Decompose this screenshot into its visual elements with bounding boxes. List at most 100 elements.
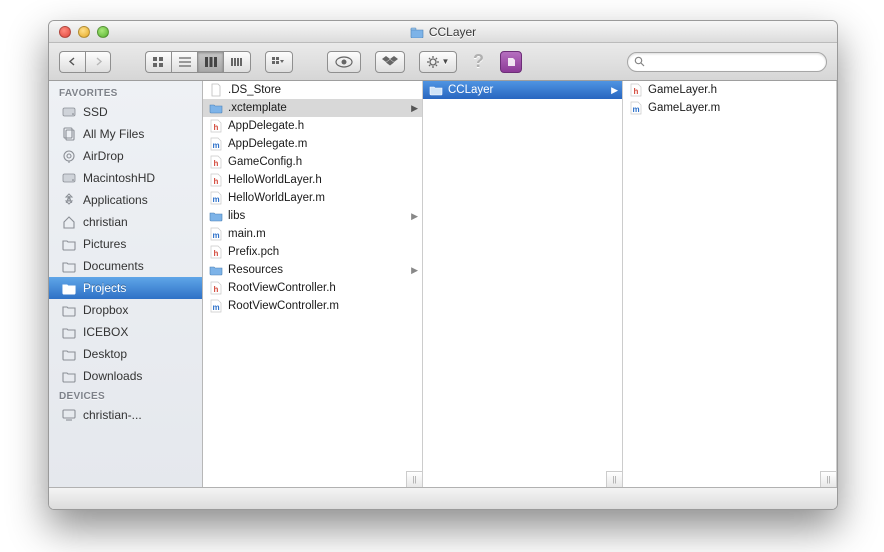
view-coverflow-button[interactable] — [223, 51, 251, 73]
minimize-button[interactable] — [78, 26, 90, 38]
h-icon: h — [209, 119, 223, 133]
file-row[interactable]: CCLayer▶ — [423, 81, 622, 99]
column-view: .DS_Store .xctemplate ▶ h AppDelegate.h mAppD… — [203, 81, 837, 487]
action-menu[interactable]: ▼ — [419, 51, 457, 73]
folder-icon — [410, 25, 424, 39]
file-row[interactable]: h GameLayer.h — [623, 81, 836, 99]
view-column-button[interactable] — [197, 51, 223, 73]
sidebar: FAVORITESSSDAll My FilesAirDrop Macintosh… — [49, 81, 203, 487]
column-resize-handle[interactable]: || — [820, 471, 836, 487]
disclosure-arrow-icon: ▶ — [411, 265, 418, 276]
m-icon: m — [209, 299, 223, 313]
file-row[interactable]: libs▶ — [203, 207, 422, 225]
folder-sm-icon — [209, 209, 223, 223]
body: FAVORITESSSDAll My FilesAirDrop Macintosh… — [49, 81, 837, 487]
column-2: CCLayer▶ || — [423, 81, 623, 487]
sidebar-section-header: FAVORITES — [49, 84, 202, 101]
file-label: HelloWorldLayer.m — [228, 192, 325, 204]
dropbox-button[interactable] — [375, 51, 405, 73]
sidebar-item-dropbox[interactable]: Dropbox — [49, 299, 202, 321]
sidebar-item-ssd[interactable]: SSD — [49, 101, 202, 123]
file-label: .xctemplate — [228, 102, 287, 114]
sidebar-item-projects[interactable]: Projects — [49, 277, 202, 299]
sidebar-item-desktop[interactable]: Desktop — [49, 343, 202, 365]
sidebar-item-icebox[interactable]: ICEBOX — [49, 321, 202, 343]
h-icon: h — [209, 173, 223, 187]
folder-icon — [61, 258, 77, 274]
sidebar-item-pictures[interactable]: Pictures — [49, 233, 202, 255]
file-row[interactable]: mGameLayer.m — [623, 99, 836, 117]
svg-text:m: m — [212, 231, 219, 240]
file-label: RootViewController.h — [228, 282, 336, 294]
sidebar-item-label: MacintoshHD — [83, 171, 155, 185]
m-icon: m — [209, 137, 223, 151]
svg-text:h: h — [214, 249, 219, 258]
disclosure-arrow-icon: ▶ — [411, 103, 418, 114]
sidebar-item-macintoshhd[interactable]: MacintoshHD — [49, 167, 202, 189]
nav-buttons — [59, 51, 111, 73]
sidebar-item-documents[interactable]: Documents — [49, 255, 202, 277]
file-label: HelloWorldLayer.h — [228, 174, 322, 186]
quicklook-button[interactable] — [327, 51, 361, 73]
custom-purple-button[interactable] — [500, 51, 522, 73]
column-3: h GameLayer.h mGameLayer.m || — [623, 81, 837, 487]
sidebar-item-downloads[interactable]: Downloads — [49, 365, 202, 387]
file-label: CCLayer — [448, 84, 493, 96]
sidebar-item-airdrop[interactable]: AirDrop — [49, 145, 202, 167]
column-resize-handle[interactable]: || — [406, 471, 422, 487]
folder-sm-icon — [209, 263, 223, 277]
file-label: GameLayer.h — [648, 84, 717, 96]
sidebar-item-all-my-files[interactable]: All My Files — [49, 123, 202, 145]
file-label: GameLayer.m — [648, 102, 720, 114]
sidebar-item-label: Documents — [83, 259, 144, 273]
window-controls — [49, 26, 109, 38]
view-icon-button[interactable] — [145, 51, 171, 73]
file-row[interactable]: h AppDelegate.h — [203, 117, 422, 135]
folder-icon — [61, 324, 77, 340]
back-button[interactable] — [59, 51, 85, 73]
file-row[interactable]: m HelloWorldLayer.m — [203, 189, 422, 207]
titlebar: CCLayer — [49, 21, 837, 43]
folder-icon — [61, 346, 77, 362]
h-icon: h — [209, 245, 223, 259]
m-icon: m — [209, 191, 223, 205]
forward-button[interactable] — [85, 51, 111, 73]
computer-icon — [61, 407, 77, 423]
search-input[interactable] — [645, 56, 820, 68]
file-row[interactable]: mAppDelegate.m — [203, 135, 422, 153]
file-row[interactable]: mmain.m — [203, 225, 422, 243]
view-list-button[interactable] — [171, 51, 197, 73]
file-row[interactable]: mRootViewController.m — [203, 297, 422, 315]
file-row[interactable]: hPrefix.pch — [203, 243, 422, 261]
close-button[interactable] — [59, 26, 71, 38]
help-icon[interactable]: ? — [471, 51, 486, 72]
search-field[interactable] — [627, 52, 827, 72]
statusbar — [49, 487, 837, 509]
file-row[interactable]: .DS_Store — [203, 81, 422, 99]
folder-icon — [61, 280, 77, 296]
h-icon: h — [629, 83, 643, 97]
arrange-menu[interactable] — [265, 51, 293, 73]
folder-sm-icon — [429, 83, 443, 97]
file-row[interactable]: Resources▶ — [203, 261, 422, 279]
doc-icon — [209, 83, 223, 97]
hdd-icon — [61, 170, 77, 186]
file-row[interactable]: h HelloWorldLayer.h — [203, 171, 422, 189]
svg-text:A: A — [66, 195, 73, 206]
file-row[interactable]: hGameConfig.h — [203, 153, 422, 171]
svg-text:h: h — [214, 159, 219, 168]
view-mode-buttons — [145, 51, 251, 73]
column-resize-handle[interactable]: || — [606, 471, 622, 487]
file-row[interactable]: .xctemplate ▶ — [203, 99, 422, 117]
finder-window: CCLayer ▼ ? — [48, 20, 838, 510]
file-label: AppDelegate.h — [228, 120, 304, 132]
file-row[interactable]: hRootViewController.h — [203, 279, 422, 297]
sidebar-item-christian[interactable]: christian — [49, 211, 202, 233]
sidebar-item-applications[interactable]: AApplications — [49, 189, 202, 211]
search-icon — [634, 56, 645, 67]
file-label: libs — [228, 210, 245, 222]
sidebar-item-christian-[interactable]: christian-... — [49, 404, 202, 426]
zoom-button[interactable] — [97, 26, 109, 38]
sidebar-item-label: Pictures — [83, 237, 126, 251]
toolbar: ▼ ? — [49, 43, 837, 81]
